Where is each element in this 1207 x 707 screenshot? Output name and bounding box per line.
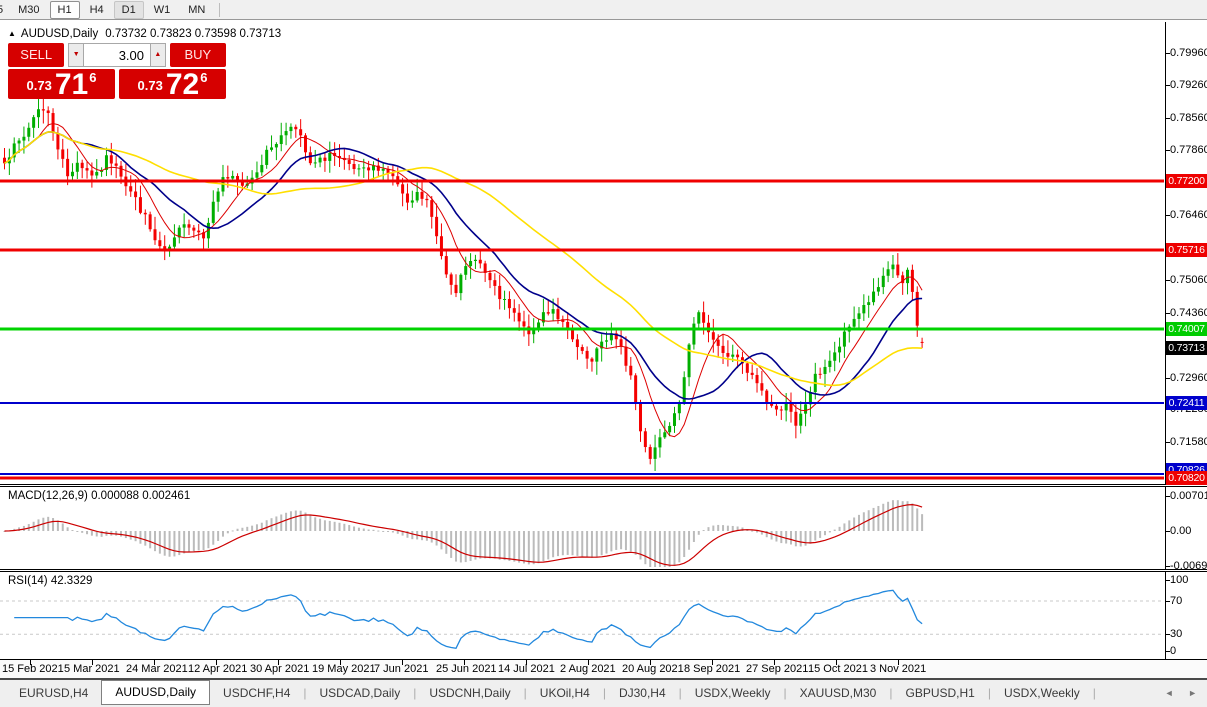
tabs-scroll-left-button[interactable]: ◄ [1165,688,1174,698]
price-line-label: 0.72411 [1166,396,1207,410]
tabs-scroll-right-button[interactable]: ► [1188,688,1197,698]
price-line-label: 0.77200 [1166,174,1207,188]
date-label: 8 Sep 2021 [684,663,741,675]
chart-tab-usdcad-daily[interactable]: USDCAD,Daily [307,683,414,704]
price-line-label: 0.74007 [1166,322,1207,336]
tab-separator: | [1092,686,1096,700]
price-line-label: 0.75716 [1166,243,1207,257]
price-tick-label: 0.78560 [1170,112,1207,124]
timeframe-button-5[interactable]: 5 [0,1,8,19]
buy-price-big: 72 [165,68,200,101]
volume-decrease-button[interactable]: ▼ [68,43,84,67]
price-tick-label: 0.75060 [1170,274,1207,286]
rsi-axis-label: 100 [1170,574,1189,586]
rsi-panel[interactable] [0,572,1207,660]
date-label: 12 Apr 2021 [188,663,248,675]
date-label: 24 Mar 2021 [126,663,188,675]
date-label: 7 Jun 2021 [374,663,429,675]
sell-button[interactable]: SELL [8,43,65,67]
price-tick-label: 0.74360 [1170,307,1207,319]
date-label: 2 Aug 2021 [560,663,616,675]
chart-tab-ukoil-h4[interactable]: UKOil,H4 [527,683,603,704]
timeframe-toolbar: 5 M30 H1 H4 D1 W1 MN [0,0,1207,20]
buy-price-display[interactable]: 0.73 72 6 [119,68,226,101]
collapse-panel-icon[interactable]: ▲ [8,29,16,38]
price-line-label: 0.73713 [1166,341,1207,355]
timeframe-button-m30[interactable]: M30 [10,1,47,19]
sell-price-big: 71 [54,68,89,101]
volume-input[interactable] [84,43,150,67]
date-label: 19 May 2021 [312,663,376,675]
buy-price-prefix: 0.73 [137,78,163,93]
chart-title: ▲ AUDUSD,Daily 0.73732 0.73823 0.73598 0.7… [8,28,281,40]
chart-tab-dj30-h4[interactable]: DJ30,H4 [606,683,679,704]
chart-tab-bar: EURUSD,H4 AUDUSD,Daily USDCHF,H4 | USDCAD,Da… [0,678,1207,707]
date-label: 30 Apr 2021 [250,663,310,675]
rsi-axis-label: 70 [1170,595,1183,607]
date-label: 3 Nov 2021 [870,663,927,675]
price-tick-label: 0.76460 [1170,209,1207,221]
rsi-axis-label: 0 [1170,645,1177,657]
chart-tab-usdx-weekly[interactable]: USDX,Weekly [682,683,784,704]
price-tick-label: 0.71580 [1170,436,1207,448]
sell-price-prefix: 0.73 [26,78,52,93]
trade-prices-row: 0.73 71 6 0.73 72 6 [8,68,226,101]
rsi-axis-label: 30 [1170,628,1183,640]
timeframe-button-h1[interactable]: H1 [49,0,80,19]
date-label: 27 Sep 2021 [746,663,809,675]
date-label: 25 Jun 2021 [436,663,497,675]
chart-symbol-label: AUDUSD,Daily [20,28,99,40]
chart-tab-usdcnh-daily[interactable]: USDCNH,Daily [416,683,523,704]
timeframe-button-h4[interactable]: H4 [82,1,112,19]
date-label: 15 Oct 2021 [808,663,868,675]
panel-splitter[interactable] [0,569,1207,572]
price-tick-label: 0.77860 [1170,144,1207,156]
toolbar-separator [219,2,221,17]
price-tick-label: 0.79960 [1170,47,1207,59]
chart-tab-xauusd-m30[interactable]: XAUUSD,M30 [787,683,890,704]
macd-axis-label: -0.006923 [1170,560,1207,572]
timeframe-button-mn[interactable]: MN [180,1,213,19]
panel-splitter[interactable] [0,484,1207,487]
timeframe-button-d1[interactable]: D1 [113,0,144,19]
date-label: 20 Aug 2021 [622,663,684,675]
one-click-trade-panel: SELL ▼ ▲ BUY 0.73 71 6 0.73 72 6 [8,43,226,101]
timeframe-button-w1[interactable]: W1 [146,1,179,19]
buy-button[interactable]: BUY [169,43,226,67]
buy-price-sup: 6 [200,70,208,85]
sell-price-sup: 6 [89,70,97,85]
rsi-indicator-label: RSI(14) 42.3329 [8,575,93,587]
chart-tab-audusd-daily[interactable]: AUDUSD,Daily [101,680,211,705]
date-label: 5 Mar 2021 [64,663,120,675]
macd-axis-label: 0.00 [1170,525,1192,537]
date-label: 15 Feb 2021 [2,663,64,675]
price-tick-label: 0.72960 [1170,372,1207,384]
chart-tab-gbpusd-h1[interactable]: GBPUSD,H1 [892,683,987,704]
trade-controls-row: SELL ▼ ▲ BUY [8,43,226,67]
price-tick-label: 0.79260 [1170,79,1207,91]
mt4-window: 5 M30 H1 H4 D1 W1 MN ▲ AUDUSD,Daily 0.73732 0.73… [0,0,1207,707]
date-label: 14 Jul 2021 [498,663,555,675]
chart-ohlc-values: 0.73732 0.73823 0.73598 0.73713 [105,28,282,40]
volume-increase-button[interactable]: ▲ [150,43,166,67]
price-line-label: 0.70820 [1166,471,1207,485]
chart-tab-usdchf-h4[interactable]: USDCHF,H4 [210,683,303,704]
chart-tab-eurusd-h4[interactable]: EURUSD,H4 [6,683,101,704]
chart-tab-usdx-weekly[interactable]: USDX,Weekly [991,683,1093,704]
macd-indicator-label: MACD(12,26,9) 0.000088 0.002461 [8,490,191,502]
tab-scroll-buttons: ◄ ► [1153,688,1197,698]
sell-price-display[interactable]: 0.73 71 6 [8,68,115,101]
macd-axis-label: 0.007015 [1170,490,1207,502]
